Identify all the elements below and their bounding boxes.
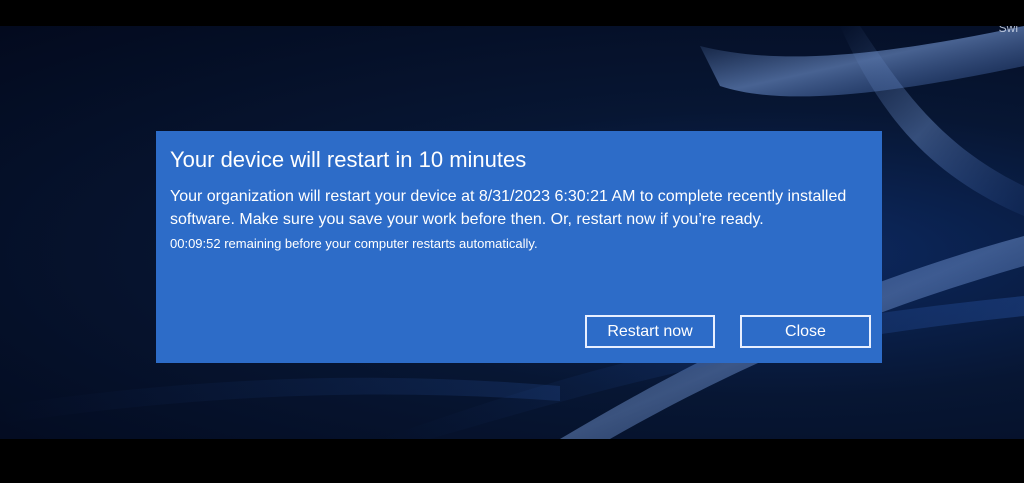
restart-notification-dialog: Your device will restart in 10 minutes Y… [156,131,882,363]
dialog-message: Your organization will restart your devi… [170,188,847,228]
corner-text: Swi [998,26,1018,35]
screen-frame: Swi Your device will restart in 10 minut… [0,0,1024,483]
dialog-title: Your device will restart in 10 minutes [170,147,527,172]
restart-now-button[interactable]: Restart now [585,315,715,348]
countdown-text: 00:09:52 remaining before your computer … [170,236,538,251]
close-button[interactable]: Close [740,315,871,348]
